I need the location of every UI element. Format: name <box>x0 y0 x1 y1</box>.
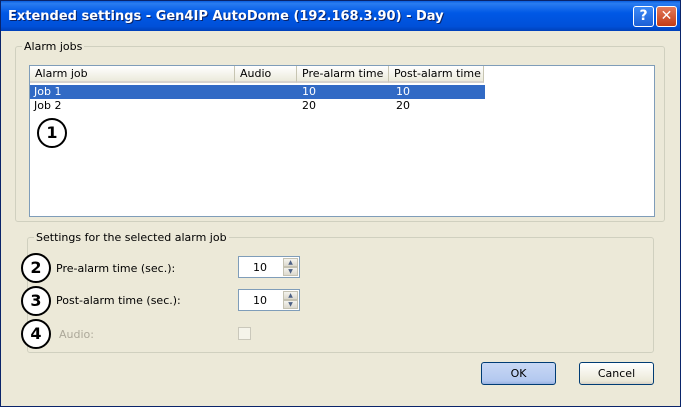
audio-label: Audio: <box>59 328 94 341</box>
spin-down-icon[interactable]: ▼ <box>283 267 298 276</box>
extended-settings-dialog: Extended settings - Gen4IP AutoDome (192… <box>0 0 681 407</box>
pre-alarm-time-label: Pre-alarm time (sec.): <box>56 262 176 275</box>
column-header-pre-alarm-time[interactable]: Pre-alarm time <box>297 66 389 83</box>
title-bar[interactable]: Extended settings - Gen4IP AutoDome (192… <box>1 1 680 31</box>
post-alarm-time-label: Post-alarm time (sec.): <box>56 294 181 307</box>
spin-up-icon[interactable]: ▲ <box>283 258 298 267</box>
post-alarm-time-input[interactable] <box>239 290 283 310</box>
alarm-jobs-list[interactable]: Alarm job Audio Pre-alarm time Post-alar… <box>29 65 655 217</box>
callout-3: 3 <box>21 286 51 316</box>
post-alarm-time-spin-buttons: ▲ ▼ <box>283 291 298 309</box>
pre-alarm-time-stepper[interactable]: ▲ ▼ <box>238 256 300 278</box>
close-icon: ✕ <box>660 8 673 24</box>
callout-2: 2 <box>21 253 51 283</box>
table-row[interactable]: Job 1 10 10 <box>30 85 485 99</box>
spin-up-icon[interactable]: ▲ <box>283 291 298 300</box>
callout-1: 1 <box>37 118 67 148</box>
post-alarm-time-stepper[interactable]: ▲ ▼ <box>238 289 300 311</box>
cell-post-alarm-time: 20 <box>396 99 410 112</box>
column-header-audio[interactable]: Audio <box>235 66 297 83</box>
column-header-post-alarm-time[interactable]: Post-alarm time <box>389 66 484 83</box>
pre-alarm-time-spin-buttons: ▲ ▼ <box>283 258 298 276</box>
cell-pre-alarm-time: 10 <box>302 85 316 98</box>
cell-pre-alarm-time: 20 <box>302 99 316 112</box>
close-button[interactable]: ✕ <box>656 6 677 27</box>
selected-job-settings-group-label: Settings for the selected alarm job <box>34 231 229 244</box>
table-row[interactable]: Job 2 20 20 <box>30 99 485 113</box>
help-button[interactable]: ? <box>633 6 654 27</box>
alarm-jobs-group-label: Alarm jobs <box>22 40 85 53</box>
ok-button[interactable]: OK <box>481 362 556 385</box>
window-title: Extended settings - Gen4IP AutoDome (192… <box>8 9 444 24</box>
pre-alarm-time-input[interactable] <box>239 257 283 277</box>
cell-alarm-job: Job 2 <box>34 99 62 112</box>
cancel-button[interactable]: Cancel <box>579 362 654 385</box>
help-icon: ? <box>639 8 648 24</box>
spin-down-icon[interactable]: ▼ <box>283 300 298 309</box>
cell-alarm-job: Job 1 <box>34 85 62 98</box>
column-header-alarm-job[interactable]: Alarm job <box>30 66 235 83</box>
callout-4: 4 <box>21 319 51 349</box>
alarm-jobs-list-header: Alarm job Audio Pre-alarm time Post-alar… <box>30 66 654 83</box>
cell-post-alarm-time: 10 <box>396 85 410 98</box>
audio-checkbox[interactable] <box>238 327 251 340</box>
